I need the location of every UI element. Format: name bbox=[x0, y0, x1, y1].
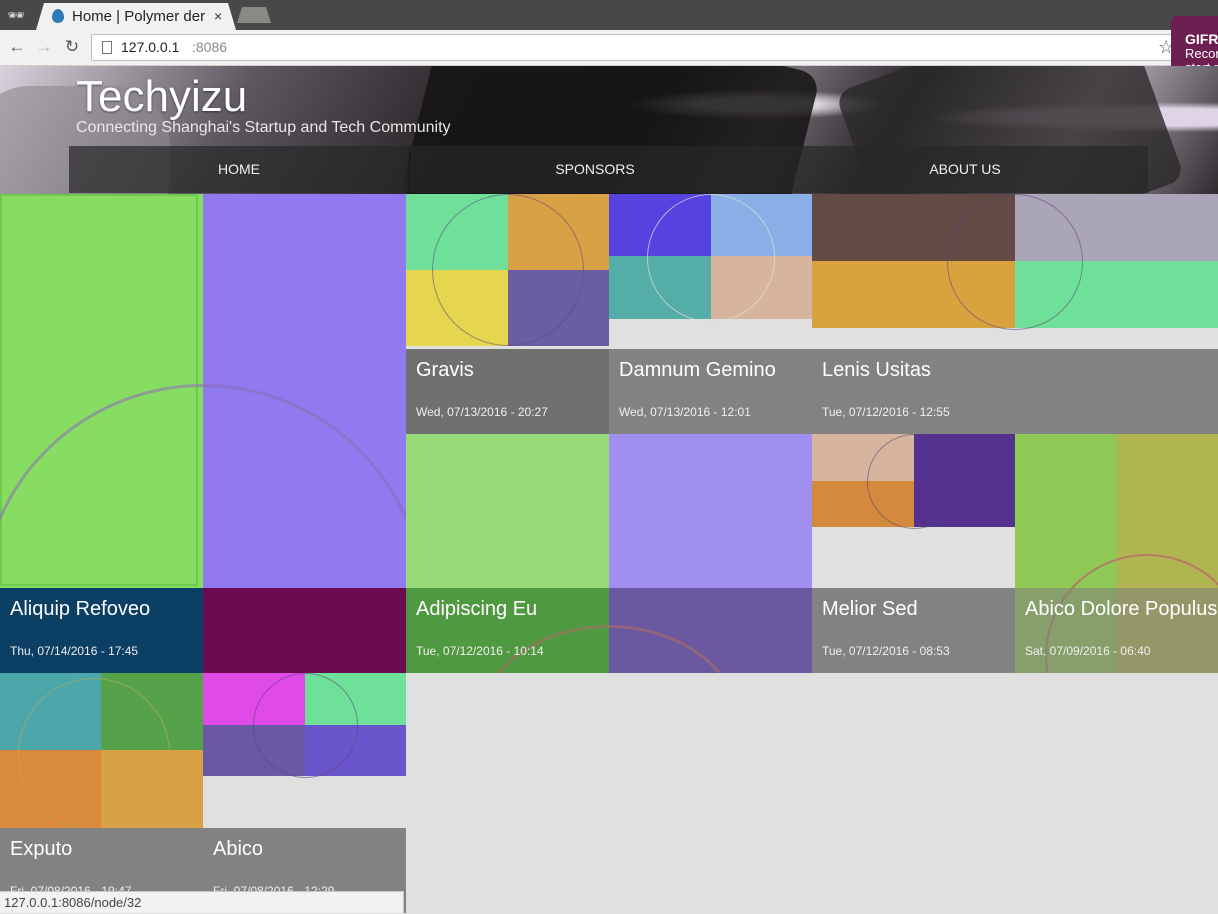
article-image bbox=[812, 194, 1218, 349]
nav-about-us[interactable]: ABOUT US bbox=[780, 146, 1150, 193]
article-tile[interactable]: Gravis Wed, 07/13/2016 - 20:27 bbox=[406, 194, 609, 434]
article-title[interactable]: Damnum Gemino bbox=[619, 359, 776, 382]
article-image bbox=[0, 673, 203, 828]
article-title[interactable]: Exputo bbox=[10, 838, 72, 861]
article-date: Tue, 07/12/2016 - 10:14 bbox=[416, 644, 544, 658]
article-tile[interactable]: Abico Fri, 07/08/2016 - 12:29 bbox=[203, 673, 406, 913]
article-title[interactable]: Abico Dolore Populus bbox=[1025, 598, 1217, 621]
article-tile[interactable]: Aliquip Refoveo Thu, 07/14/2016 - 17:45 bbox=[0, 194, 406, 673]
browser-tab-active[interactable]: Home | Polymer der × bbox=[36, 3, 236, 30]
gifr-title: GIFR bbox=[1185, 31, 1218, 47]
main-navigation: HOME SPONSORS ABOUT US bbox=[69, 146, 1148, 193]
article-image bbox=[203, 673, 406, 828]
page-icon bbox=[102, 41, 112, 54]
article-title[interactable]: Lenis Usitas bbox=[822, 359, 931, 382]
tab-close-icon[interactable]: × bbox=[214, 8, 222, 24]
url-port: :8086 bbox=[192, 39, 228, 55]
article-date: Sat, 07/09/2016 - 06:40 bbox=[1025, 644, 1151, 658]
nav-home[interactable]: HOME bbox=[69, 146, 409, 193]
article-title[interactable]: Gravis bbox=[416, 359, 474, 382]
article-tile[interactable]: Abico Dolore Populus Sat, 07/09/2016 - 0… bbox=[1015, 434, 1218, 673]
article-image bbox=[0, 194, 406, 588]
article-date: Wed, 07/13/2016 - 12:01 bbox=[619, 405, 751, 419]
article-date: Thu, 07/14/2016 - 17:45 bbox=[10, 644, 139, 658]
tab-title: Home | Polymer der bbox=[72, 8, 206, 25]
article-title[interactable]: Abico bbox=[213, 838, 263, 861]
site-title[interactable]: Techyizu bbox=[76, 72, 247, 122]
article-tile[interactable]: Melior Sed Tue, 07/12/2016 - 08:53 bbox=[812, 434, 1015, 673]
article-image bbox=[406, 434, 812, 588]
article-date: Tue, 07/12/2016 - 12:55 bbox=[822, 405, 950, 419]
status-bar-url: 127.0.0.1:8086/node/32 bbox=[0, 891, 404, 913]
forward-button[interactable]: → bbox=[33, 36, 55, 58]
new-tab-button[interactable] bbox=[237, 7, 271, 23]
article-tile[interactable]: Damnum Gemino Wed, 07/13/2016 - 12:01 bbox=[609, 194, 812, 434]
drupal-favicon-icon bbox=[52, 9, 64, 23]
article-image bbox=[609, 194, 812, 349]
article-title[interactable]: Melior Sed bbox=[822, 598, 918, 621]
article-tile[interactable]: Exputo Fri, 07/08/2016 - 19:47 bbox=[0, 673, 203, 913]
article-title[interactable]: Aliquip Refoveo bbox=[10, 598, 150, 621]
incognito-icon: 🕶 bbox=[7, 7, 25, 23]
article-date: Wed, 07/13/2016 - 20:27 bbox=[416, 405, 548, 419]
address-bar[interactable]: 127.0.0.1 :8086 bbox=[91, 34, 1188, 61]
browser-tab-bar: 🕶 Home | Polymer der × bbox=[0, 0, 1218, 30]
site-slogan: Connecting Shanghai's Startup and Tech C… bbox=[76, 119, 451, 136]
gifr-text-line: Recor bbox=[1185, 46, 1218, 61]
nav-sponsors[interactable]: SPONSORS bbox=[410, 146, 780, 193]
url-host: 127.0.0.1 bbox=[121, 39, 180, 55]
article-date: Tue, 07/12/2016 - 08:53 bbox=[822, 644, 950, 658]
article-title[interactable]: Adipiscing Eu bbox=[416, 598, 537, 621]
article-image bbox=[812, 434, 1015, 588]
article-image bbox=[406, 194, 609, 349]
article-tile[interactable]: Lenis Usitas Tue, 07/12/2016 - 12:55 bbox=[812, 194, 1218, 434]
reload-button[interactable]: ↻ bbox=[61, 36, 83, 58]
article-tile[interactable]: Adipiscing Eu Tue, 07/12/2016 - 10:14 bbox=[406, 434, 812, 673]
browser-toolbar: ← → ↻ 127.0.0.1 :8086 bbox=[0, 30, 1218, 66]
back-button[interactable]: ← bbox=[6, 36, 28, 58]
